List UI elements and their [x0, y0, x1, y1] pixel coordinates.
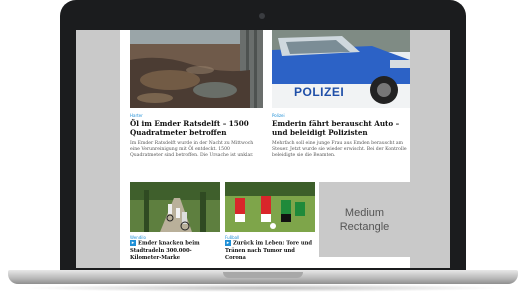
ad-medium-rectangle[interactable]: Medium Rectangle: [319, 182, 410, 257]
article-category[interactable]: Polizei: [272, 113, 285, 118]
article-category[interactable]: Harter: [130, 113, 143, 118]
ad-line-1: Medium: [344, 206, 385, 219]
police-label: POLIZEI: [294, 85, 345, 99]
play-icon: ▸: [130, 240, 136, 246]
article-image-cyclists[interactable]: [130, 182, 220, 232]
news-page: Harter Öl im Emder Ratsdelft – 1500 Quad…: [120, 30, 410, 268]
article-title[interactable]: Emderin fährt berauscht Auto – und belei…: [272, 119, 410, 137]
camera-icon: [259, 13, 265, 19]
article-title[interactable]: Öl im Emder Ratsdelft – 1500 Quadratmete…: [130, 119, 264, 137]
article-title[interactable]: ▸ Zurück im Leben: Tore und Tränen nach T…: [225, 240, 315, 262]
laptop-notch: [223, 272, 303, 278]
article-image-police-car[interactable]: POLIZEI: [272, 30, 410, 108]
article-teaser: Mehrfach soll eine junge Frau aus Emden …: [272, 141, 407, 158]
article-image-football[interactable]: [225, 182, 315, 232]
screen: Harter Öl im Emder Ratsdelft – 1500 Quad…: [76, 30, 450, 268]
article-title[interactable]: ▸ Emder knacken beim Stadtradeln 300.000-…: [130, 240, 220, 262]
play-icon: ▸: [225, 240, 231, 246]
laptop-shadow: [20, 284, 506, 292]
article-teaser: Im Emder Ratsdelft wurde in der Nacht zu…: [130, 141, 254, 158]
article-image-oil[interactable]: [130, 30, 263, 108]
ad-line-2: Rectangle: [339, 220, 390, 233]
